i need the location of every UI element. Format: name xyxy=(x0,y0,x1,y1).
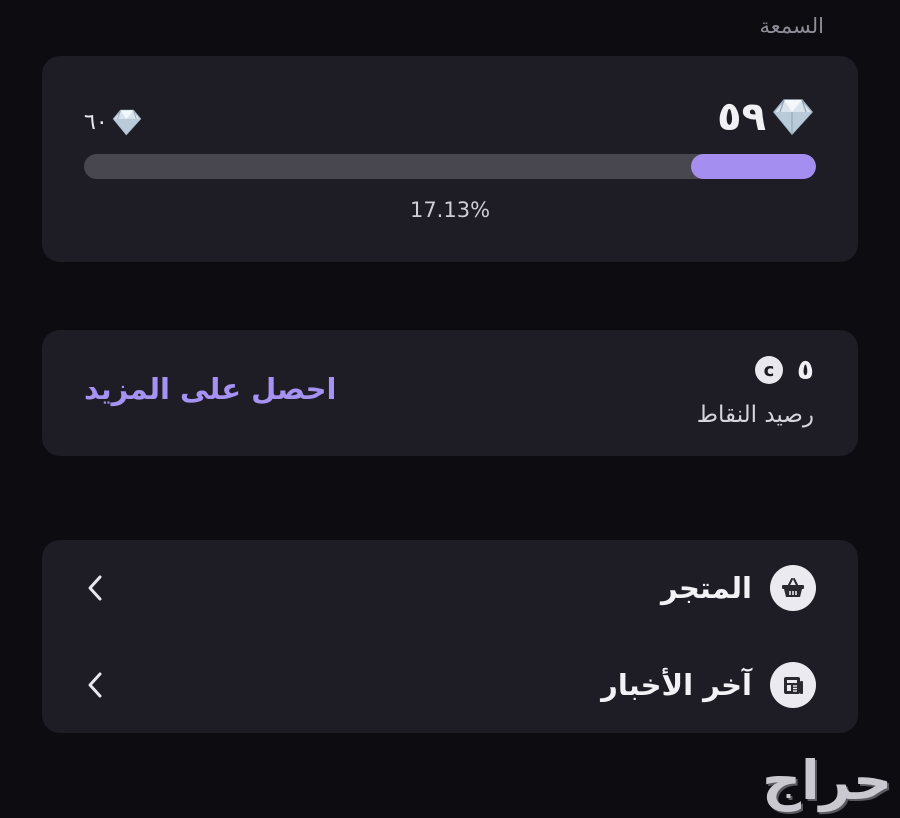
chevron-left-icon xyxy=(80,670,110,700)
newspaper-icon xyxy=(770,662,816,708)
reputation-progress-bar xyxy=(84,154,816,179)
current-reputation: ٥٩ xyxy=(717,94,816,140)
points-label: رصيد النقاط xyxy=(696,402,814,428)
menu-card: المتجر آخر الأخبار xyxy=(42,540,858,733)
coin-icon: c xyxy=(754,356,783,384)
reputation-progress-percent: 17.13% xyxy=(409,198,491,222)
points-value: ٥ xyxy=(796,353,814,386)
diamond-icon xyxy=(770,94,816,140)
shopping-basket-icon xyxy=(770,565,816,611)
target-reputation-value: ٦٠ xyxy=(84,110,108,135)
menu-item-news[interactable]: آخر الأخبار xyxy=(42,637,858,733)
menu-item-store-label: المتجر xyxy=(660,571,752,605)
section-title: السمعة xyxy=(759,14,825,38)
chevron-left-icon xyxy=(80,573,110,603)
menu-item-store[interactable]: المتجر xyxy=(42,540,858,636)
menu-item-news-label: آخر الأخبار xyxy=(601,668,752,702)
reputation-card: ٥٩ ٦٠ 17.13% xyxy=(42,56,858,262)
current-reputation-value: ٥٩ xyxy=(717,94,766,140)
target-reputation: ٦٠ xyxy=(84,106,144,140)
points-balance: c ٥ xyxy=(754,353,814,386)
haraj-watermark-logo: حراج xyxy=(762,749,892,812)
points-card: c ٥ رصيد النقاط احصل على المزيد xyxy=(42,330,858,456)
diamond-icon xyxy=(110,106,144,140)
reputation-progress-fill xyxy=(690,154,816,179)
get-more-button[interactable]: احصل على المزيد xyxy=(84,372,336,406)
